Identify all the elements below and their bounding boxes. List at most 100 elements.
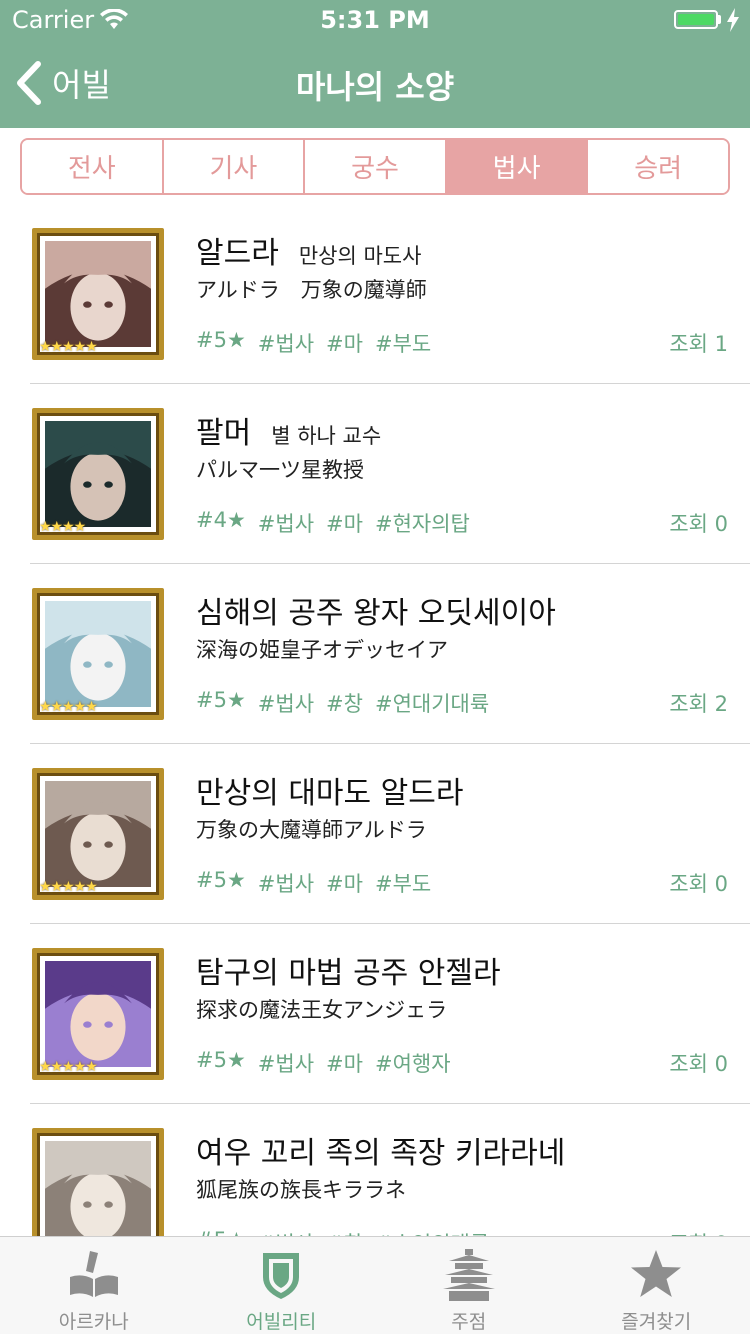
segment-4[interactable]: 승려 bbox=[588, 140, 728, 193]
tag[interactable]: #5★ bbox=[196, 688, 246, 718]
tab-book[interactable]: 아르카나 bbox=[0, 1237, 188, 1334]
tag[interactable]: #5★ bbox=[196, 1228, 246, 1236]
title-line: 알드라 만상의 마도사 bbox=[196, 228, 421, 272]
skill-list: ★★★★★ 알드라 만상의 마도사 アルドラ 万象の魔導師 #5★ #법사 #마 #부도 조회 … bbox=[0, 204, 750, 1236]
view-count: 조회 0 bbox=[669, 872, 728, 896]
view-count: 조회 1 bbox=[669, 332, 728, 356]
portrait-image bbox=[45, 241, 151, 347]
tag[interactable]: #마 bbox=[326, 328, 363, 358]
title-line: 심해의 공주 왕자 오딧세이아 bbox=[196, 588, 556, 632]
tag[interactable]: #5★ bbox=[196, 868, 246, 898]
tag[interactable]: #연대기대륙 bbox=[375, 688, 489, 718]
tag[interactable]: #부도 bbox=[375, 868, 431, 898]
tag[interactable]: #법사 bbox=[258, 1228, 314, 1236]
character-portrait: ★★★★★ bbox=[32, 588, 164, 720]
tag[interactable]: #법사 bbox=[258, 328, 314, 358]
battery-tip bbox=[718, 15, 721, 24]
view-count: 조회 0 bbox=[669, 1052, 728, 1076]
list-item[interactable]: ★★★★★ 만상의 대마도 알드라 万象の大魔導師アルドラ #5★ #법사 #마 #부도 조회… bbox=[0, 744, 750, 924]
tag[interactable]: #5★ bbox=[196, 328, 246, 358]
segment-0[interactable]: 전사 bbox=[22, 140, 164, 193]
portrait-image bbox=[45, 781, 151, 887]
title-line: 탐구의 마법 공주 안젤라 bbox=[196, 948, 501, 992]
tag[interactable]: #현자의탑 bbox=[375, 508, 470, 538]
rarity-stars: ★★★★ bbox=[39, 519, 86, 535]
tag[interactable]: #마 bbox=[326, 1048, 363, 1078]
view-count: 조회 0 bbox=[669, 512, 728, 536]
tab-star[interactable]: 즐겨찾기 bbox=[563, 1237, 750, 1334]
tab-label: 어빌리티 bbox=[246, 1311, 317, 1333]
segment-1[interactable]: 기사 bbox=[163, 140, 306, 193]
portrait-image bbox=[45, 421, 151, 527]
tag[interactable]: #법사 bbox=[258, 508, 314, 538]
list-item[interactable]: ★★★★★ 알드라 만상의 마도사 アルドラ 万象の魔導師 #5★ #법사 #마 #부도 조회 … bbox=[0, 204, 750, 384]
charging-bolt-icon bbox=[727, 8, 739, 32]
tab-shield[interactable]: 어빌리티 bbox=[188, 1237, 376, 1334]
tag-list: #5★ #법사 #마 #부도 bbox=[196, 868, 431, 898]
rarity-stars: ★★★★★ bbox=[39, 339, 98, 355]
view-count: 조회 0 bbox=[669, 1228, 728, 1236]
item-name: 팔머 bbox=[196, 416, 252, 451]
tab-label: 즐겨찾기 bbox=[621, 1311, 692, 1333]
item-name: 만상의 대마도 알드라 bbox=[196, 776, 464, 811]
status-bar: Carrier 5:31 PM bbox=[0, 0, 750, 40]
book-icon bbox=[66, 1247, 122, 1303]
character-portrait: ★★★★ bbox=[32, 408, 164, 540]
tag[interactable]: #수인의대륙 bbox=[375, 1228, 489, 1236]
list-item[interactable]: ★★★★★ 심해의 공주 왕자 오딧세이아 深海の姫皇子オデッセイア #5★ #법사 #창… bbox=[0, 564, 750, 744]
rarity-stars: ★★★★★ bbox=[39, 699, 98, 715]
title-line: 팔머 별 하나 교수 bbox=[196, 408, 381, 452]
rarity-stars: ★★★★★ bbox=[39, 1059, 98, 1075]
list-item[interactable]: ★★★★★ 탐구의 마법 공주 안젤라 探求の魔法王女アンジェラ #5★ #법사 #마 #여… bbox=[0, 924, 750, 1104]
navigation-bar: Carrier 5:31 PM 어빌 마나의 소양 bbox=[0, 0, 750, 128]
tag[interactable]: #법사 bbox=[258, 868, 314, 898]
portrait-image bbox=[45, 961, 151, 1067]
tag-list: #4★ #법사 #마 #현자의탑 bbox=[196, 508, 470, 538]
list-item[interactable]: ★★★★ 팔머 별 하나 교수 パルマ一ツ星教授 #4★ #법사 #마 #현자의탑 조회 0 bbox=[0, 384, 750, 564]
title-line: 만상의 대마도 알드라 bbox=[196, 768, 463, 812]
tag-list: #5★ #법사 #창 #수인의대륙 bbox=[196, 1228, 489, 1236]
item-subtitle: 만상의 마도사 bbox=[298, 244, 422, 268]
battery-icon bbox=[674, 10, 718, 29]
item-japanese-name: パルマ一ツ星教授 bbox=[196, 458, 364, 482]
rarity-stars: ★★★★★ bbox=[39, 879, 98, 895]
list-item[interactable]: ★★★★★여우 꼬리 족의 족장 키라라네狐尾族の族長キララネ#5★#법사#창#… bbox=[0, 1104, 750, 1236]
tag[interactable]: #4★ bbox=[196, 508, 246, 538]
view-count: 조회 2 bbox=[669, 692, 728, 716]
item-japanese-name: 狐尾族の族長キララネ bbox=[196, 1178, 406, 1202]
segment-3[interactable]: 법사 bbox=[446, 140, 589, 193]
tag[interactable]: #5★ bbox=[196, 1048, 246, 1078]
portrait-image bbox=[45, 1141, 151, 1236]
item-name: 알드라 bbox=[196, 236, 279, 271]
tag-list: #5★ #법사 #창 #연대기대륙 bbox=[196, 688, 489, 718]
tag[interactable]: #법사 bbox=[258, 688, 314, 718]
class-segmented-control: 전사 기사 궁수 법사 승려 bbox=[20, 138, 730, 195]
item-japanese-name: 万象の大魔導師アルドラ bbox=[196, 818, 427, 842]
tab-bar: 아르카나 어빌리티 주점 즐겨찾기 bbox=[0, 1236, 750, 1334]
tag[interactable]: #마 bbox=[326, 868, 363, 898]
tag[interactable]: #부도 bbox=[375, 328, 431, 358]
status-time: 5:31 PM bbox=[320, 6, 430, 34]
battery-level bbox=[678, 14, 714, 25]
tag[interactable]: #창 bbox=[326, 1228, 363, 1236]
tag[interactable]: #여행자 bbox=[375, 1048, 451, 1078]
title-line: 여우 꼬리 족의 족장 키라라네 bbox=[196, 1128, 565, 1172]
tag-list: #5★ #법사 #마 #부도 bbox=[196, 328, 431, 358]
portrait-image bbox=[45, 601, 151, 707]
item-subtitle: 별 하나 교수 bbox=[271, 424, 382, 448]
page-title: 마나의 소양 bbox=[295, 68, 455, 106]
item-name: 여우 꼬리 족의 족장 키라라네 bbox=[196, 1136, 566, 1171]
tab-pagoda[interactable]: 주점 bbox=[375, 1237, 563, 1334]
item-japanese-name: 深海の姫皇子オデッセイア bbox=[196, 638, 448, 662]
pagoda-icon bbox=[441, 1247, 497, 1303]
item-japanese-name: 探求の魔法王女アンジェラ bbox=[196, 998, 448, 1022]
item-name: 심해의 공주 왕자 오딧세이아 bbox=[196, 596, 556, 631]
character-portrait: ★★★★★ bbox=[32, 948, 164, 1080]
tag-list: #5★ #법사 #마 #여행자 bbox=[196, 1048, 451, 1078]
segment-2[interactable]: 궁수 bbox=[305, 140, 447, 193]
tag[interactable]: #창 bbox=[326, 688, 363, 718]
item-japanese-name: アルドラ 万象の魔導師 bbox=[196, 278, 427, 302]
tag[interactable]: #법사 bbox=[258, 1048, 314, 1078]
star-icon bbox=[628, 1247, 684, 1303]
tag[interactable]: #마 bbox=[326, 508, 363, 538]
